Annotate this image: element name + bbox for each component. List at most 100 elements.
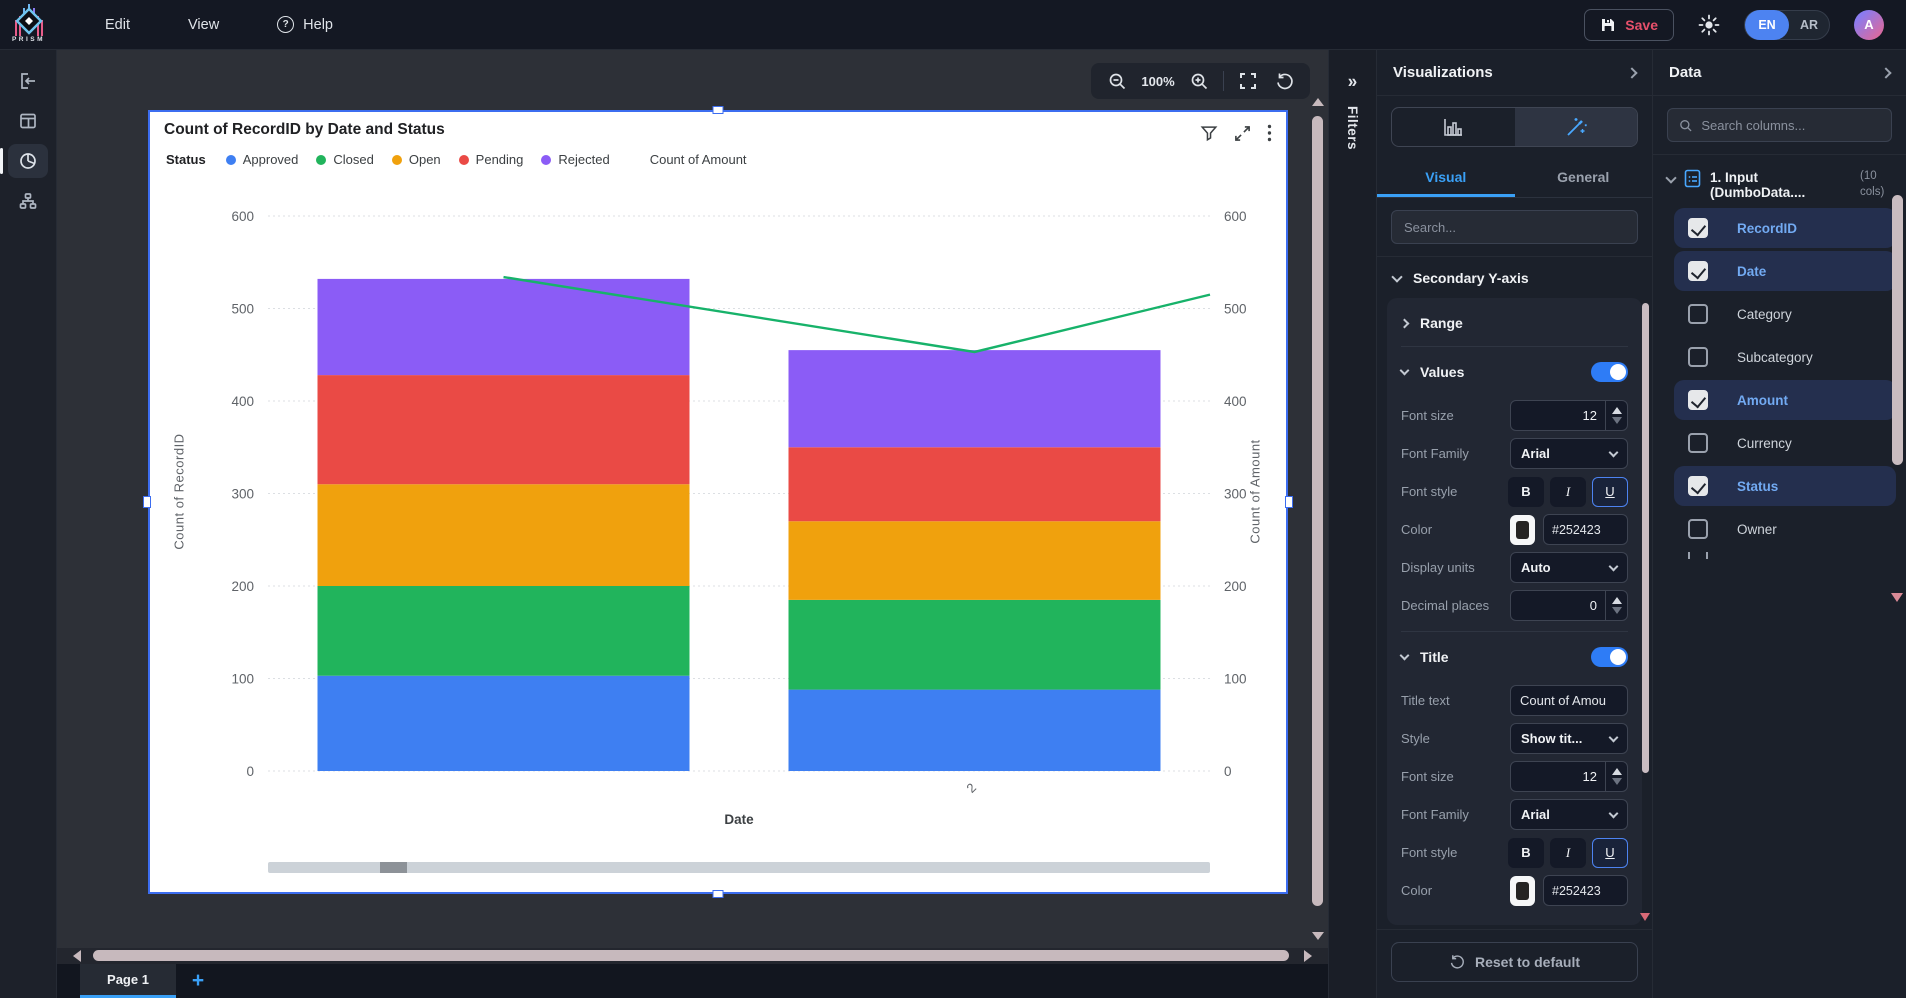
collapse-visualizations-icon[interactable] — [1626, 67, 1637, 78]
underline-button[interactable]: U — [1592, 838, 1628, 868]
sidebar-collapse-button[interactable] — [8, 64, 48, 98]
section-secondary-y-axis[interactable]: Secondary Y-axis — [1377, 257, 1652, 296]
range-subsection[interactable]: Range — [1401, 302, 1628, 344]
settings-scroll-down-arrow[interactable] — [1640, 913, 1650, 921]
column-row-amount[interactable]: Amount — [1674, 380, 1896, 420]
canvas-hscroll-thumb[interactable] — [93, 950, 1289, 961]
checkbox-checked[interactable] — [1688, 390, 1708, 410]
title-text-value[interactable] — [1520, 693, 1628, 708]
checkbox-unchecked[interactable] — [1688, 433, 1708, 453]
columns-search-input[interactable] — [1701, 118, 1880, 133]
stepper-up-icon[interactable] — [1612, 407, 1622, 414]
style-select[interactable]: Show tit... — [1510, 723, 1628, 754]
title-text-field[interactable] — [1510, 685, 1628, 716]
column-row-owner[interactable]: Owner — [1674, 509, 1896, 549]
stepper[interactable] — [1605, 591, 1627, 620]
checkbox-unchecked[interactable] — [1688, 519, 1708, 539]
selection-handle-left[interactable] — [143, 496, 151, 508]
decimal-places-value[interactable] — [1511, 591, 1605, 620]
checkbox-unchecked[interactable] — [1688, 552, 1708, 559]
color-swatch[interactable] — [1510, 515, 1535, 545]
column-row-recordid[interactable]: RecordID — [1674, 208, 1896, 248]
report-canvas[interactable]: 100% — [57, 50, 1328, 948]
menu-edit[interactable]: Edit — [105, 17, 130, 33]
tab-general[interactable]: General — [1515, 157, 1653, 197]
column-row-status[interactable]: Status — [1674, 466, 1896, 506]
title-subsection[interactable]: Title — [1401, 636, 1628, 678]
scroll-left-arrow[interactable] — [73, 950, 81, 962]
stepper-down-icon[interactable] — [1612, 778, 1622, 785]
stepper[interactable] — [1605, 762, 1627, 791]
canvas-horizontal-scrollbar[interactable] — [57, 948, 1328, 964]
italic-button[interactable]: I — [1550, 477, 1586, 507]
dataset-collapse-icon[interactable] — [1665, 172, 1676, 183]
app-logo[interactable]: PRISM — [0, 0, 57, 50]
columns-scroll-down-arrow[interactable] — [1891, 593, 1903, 602]
selection-handle-top[interactable] — [713, 106, 724, 114]
sidebar-charts-button[interactable] — [8, 144, 48, 178]
user-avatar[interactable]: A — [1854, 10, 1884, 40]
menu-help[interactable]: ? Help — [277, 16, 333, 33]
values-subsection[interactable]: Values — [1401, 351, 1628, 393]
stepper-down-icon[interactable] — [1612, 607, 1622, 614]
color-hex-input[interactable] — [1543, 514, 1628, 545]
collapse-data-icon[interactable] — [1880, 67, 1891, 78]
selection-handle-right[interactable] — [1285, 496, 1293, 508]
sidebar-flow-button[interactable] — [8, 184, 48, 218]
dataset-node[interactable]: 1. Input (DumboData.... (10 cols) — [1653, 155, 1906, 208]
settings-search-input[interactable] — [1404, 220, 1625, 235]
add-page-button[interactable]: + — [176, 964, 220, 998]
fit-to-screen-button[interactable] — [1232, 66, 1264, 96]
scroll-down-arrow[interactable] — [1312, 932, 1324, 940]
column-row-date[interactable]: Date — [1674, 251, 1896, 291]
filters-panel-collapsed[interactable]: » Filters — [1328, 50, 1377, 998]
scroll-right-arrow[interactable] — [1304, 950, 1312, 962]
bold-button[interactable]: B — [1508, 838, 1544, 868]
font-size-input[interactable] — [1510, 761, 1628, 792]
canvas-vertical-scrollbar[interactable] — [1311, 94, 1325, 944]
selection-handle-bottom[interactable] — [713, 890, 724, 898]
zoom-out-button[interactable] — [1101, 66, 1133, 96]
font-family-select[interactable]: Arial — [1510, 799, 1628, 830]
font-family-select[interactable]: Arial — [1510, 438, 1628, 469]
checkbox-unchecked[interactable] — [1688, 304, 1708, 324]
column-row-category[interactable]: Category — [1674, 294, 1896, 334]
columns-search[interactable] — [1667, 108, 1892, 142]
color-hex-input[interactable] — [1543, 875, 1628, 906]
settings-search[interactable] — [1391, 210, 1638, 244]
title-toggle[interactable] — [1591, 647, 1628, 667]
checkbox-checked[interactable] — [1688, 476, 1708, 496]
chart-scrollbar[interactable] — [268, 862, 1210, 873]
sidebar-layout-button[interactable] — [8, 104, 48, 138]
stepper-up-icon[interactable] — [1612, 768, 1622, 775]
font-size-value[interactable] — [1511, 401, 1605, 430]
checkbox-checked[interactable] — [1688, 261, 1708, 281]
values-toggle[interactable] — [1591, 362, 1628, 382]
stepper-down-icon[interactable] — [1612, 417, 1622, 424]
chart-visual[interactable]: Count of RecordID by Date and Status — [148, 110, 1288, 894]
checkbox-unchecked[interactable] — [1688, 347, 1708, 367]
italic-button[interactable]: I — [1550, 838, 1586, 868]
font-size-value[interactable] — [1511, 762, 1605, 791]
font-size-input[interactable] — [1510, 400, 1628, 431]
chart-scrollbar-thumb[interactable] — [380, 862, 407, 873]
build-visual-button[interactable] — [1392, 108, 1515, 146]
tab-visual[interactable]: Visual — [1377, 157, 1515, 197]
stepper[interactable] — [1605, 401, 1627, 430]
bold-button[interactable]: B — [1508, 477, 1544, 507]
theme-toggle-button[interactable] — [1698, 14, 1720, 36]
lang-ar-button[interactable]: AR — [1789, 18, 1829, 32]
lang-en-button[interactable]: EN — [1745, 10, 1789, 40]
column-row-subcategory[interactable]: Subcategory — [1674, 337, 1896, 377]
display-units-select[interactable]: Auto — [1510, 552, 1628, 583]
reset-to-default-button[interactable]: Reset to default — [1391, 942, 1638, 982]
decimal-places-input[interactable] — [1510, 590, 1628, 621]
expand-filters-icon[interactable]: » — [1348, 71, 1357, 93]
column-row-currency[interactable]: Currency — [1674, 423, 1896, 463]
checkbox-checked[interactable] — [1688, 218, 1708, 238]
color-swatch[interactable] — [1510, 876, 1535, 906]
canvas-vscroll-thumb[interactable] — [1312, 116, 1323, 906]
zoom-in-button[interactable] — [1183, 66, 1215, 96]
underline-button[interactable]: U — [1592, 477, 1628, 507]
settings-scrollbar-thumb[interactable] — [1642, 303, 1649, 773]
